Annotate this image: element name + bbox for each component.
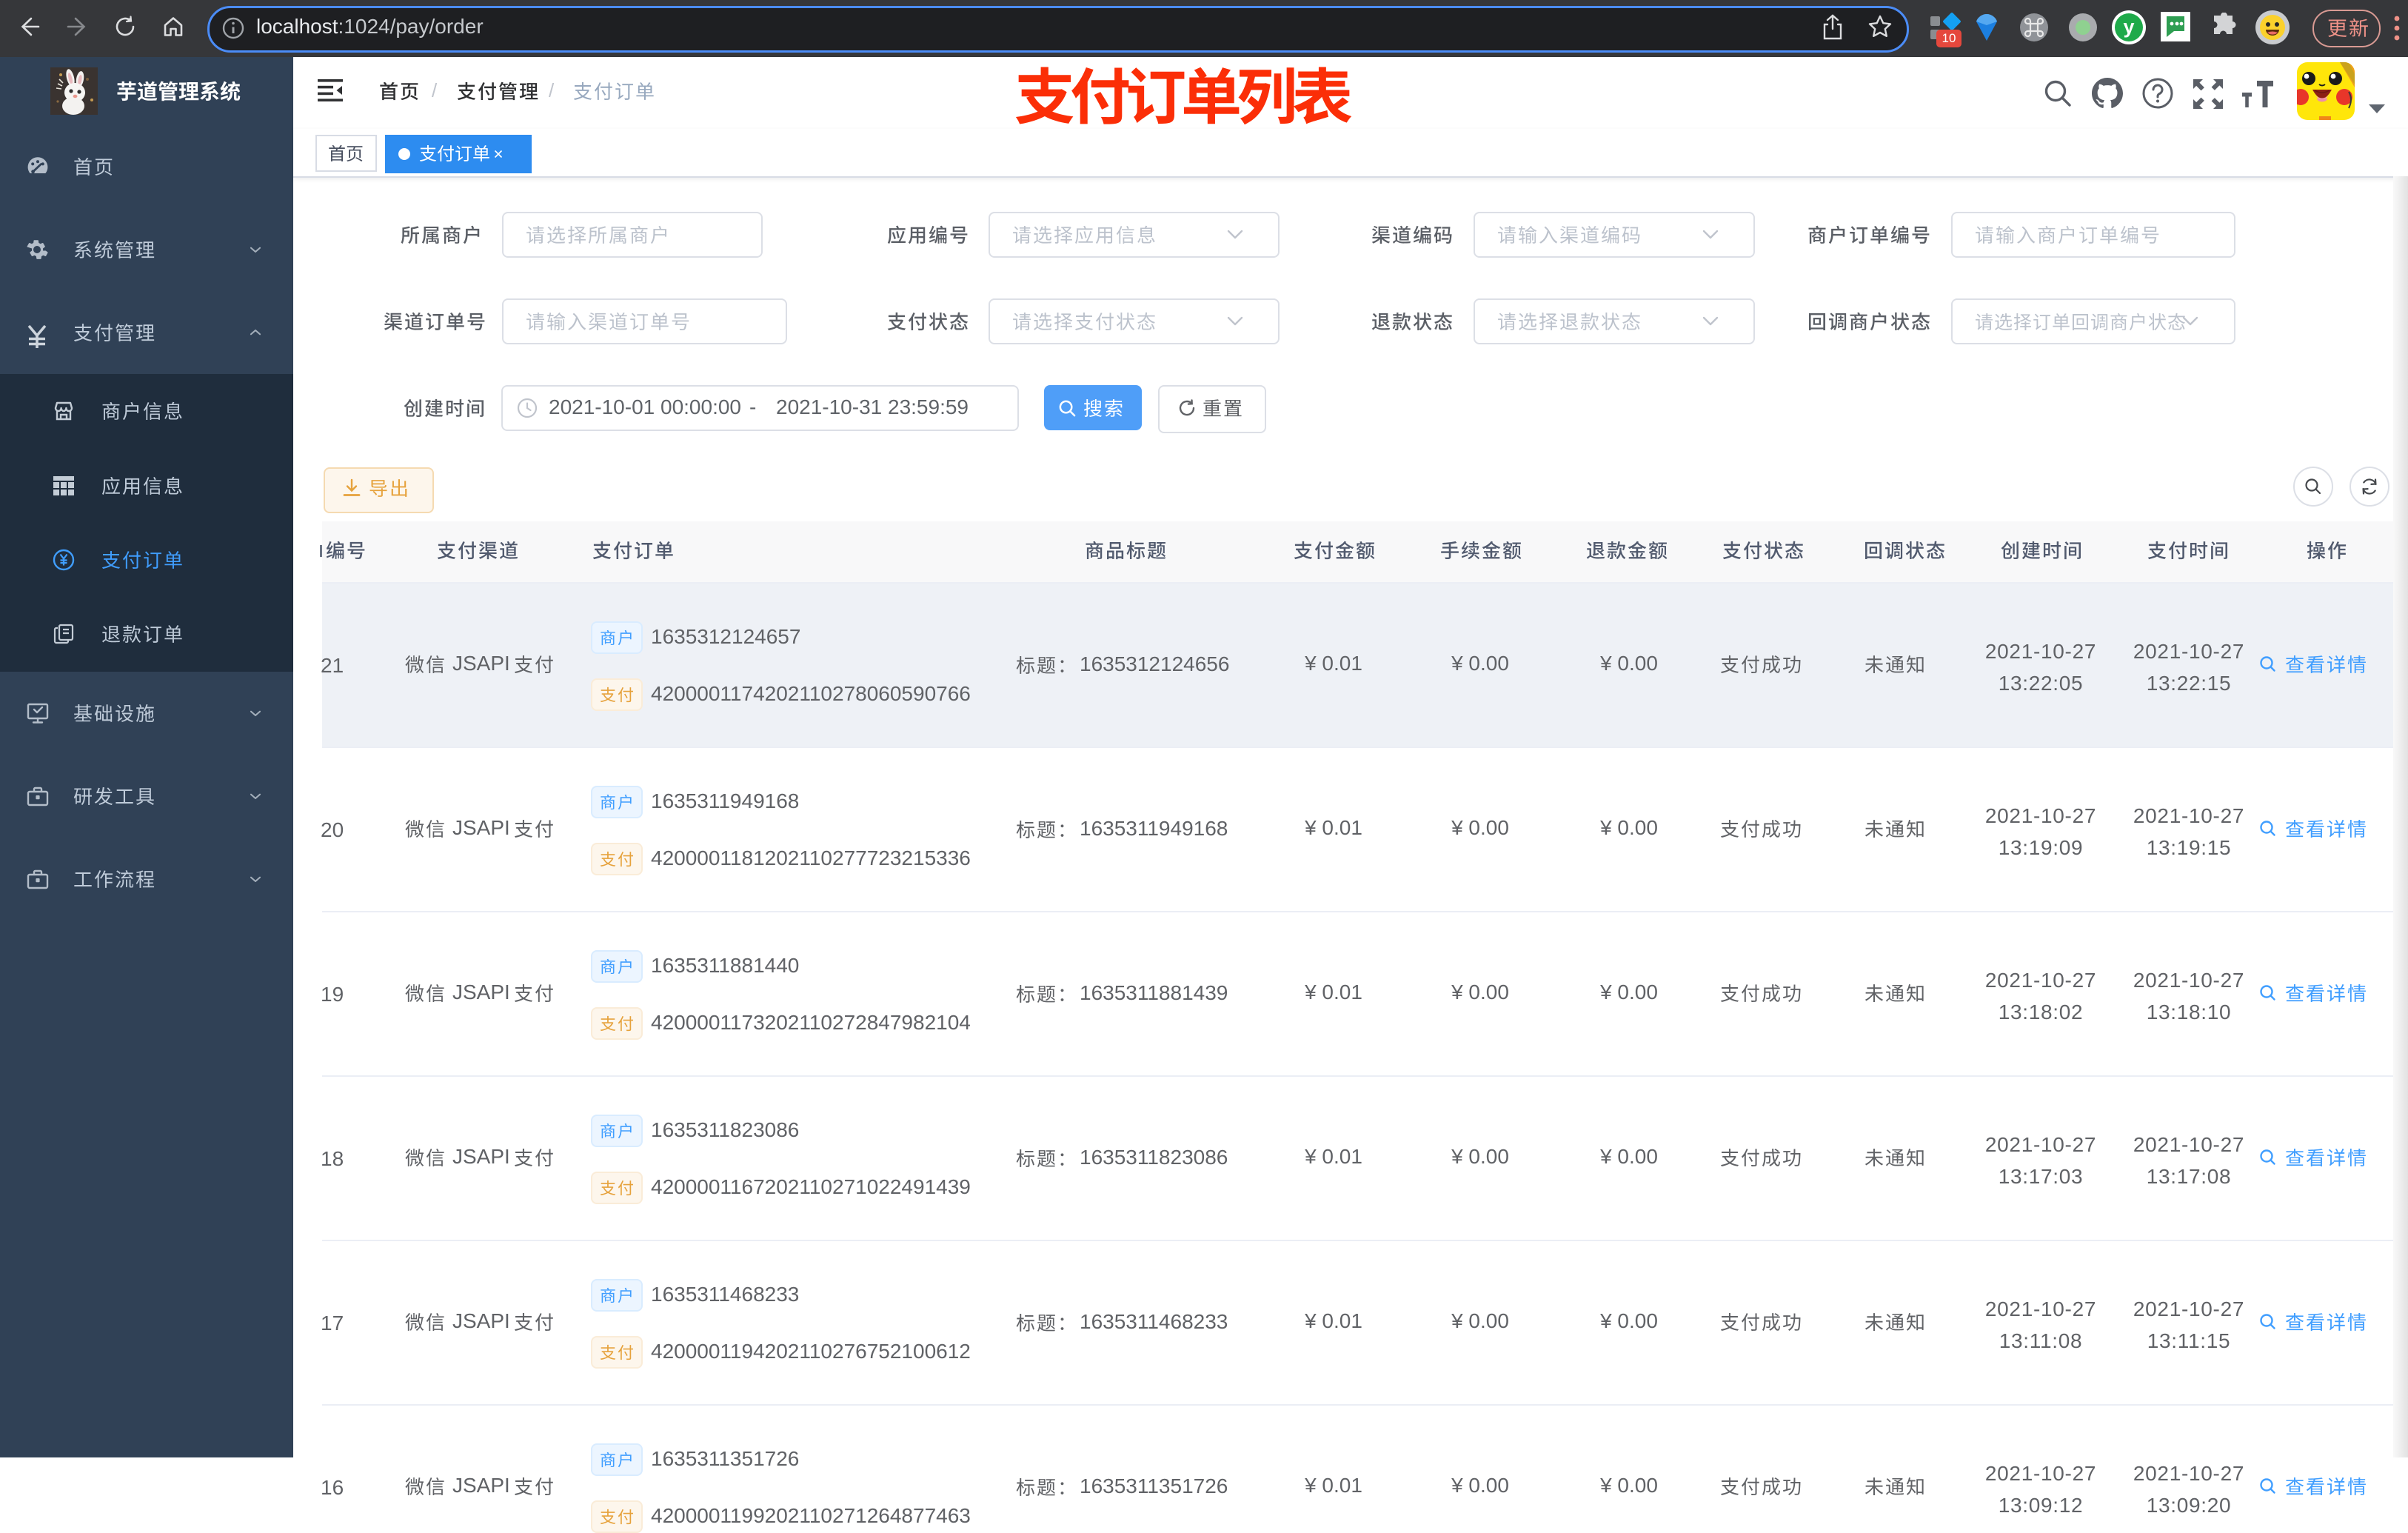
svg-text:y: y: [2123, 16, 2134, 38]
